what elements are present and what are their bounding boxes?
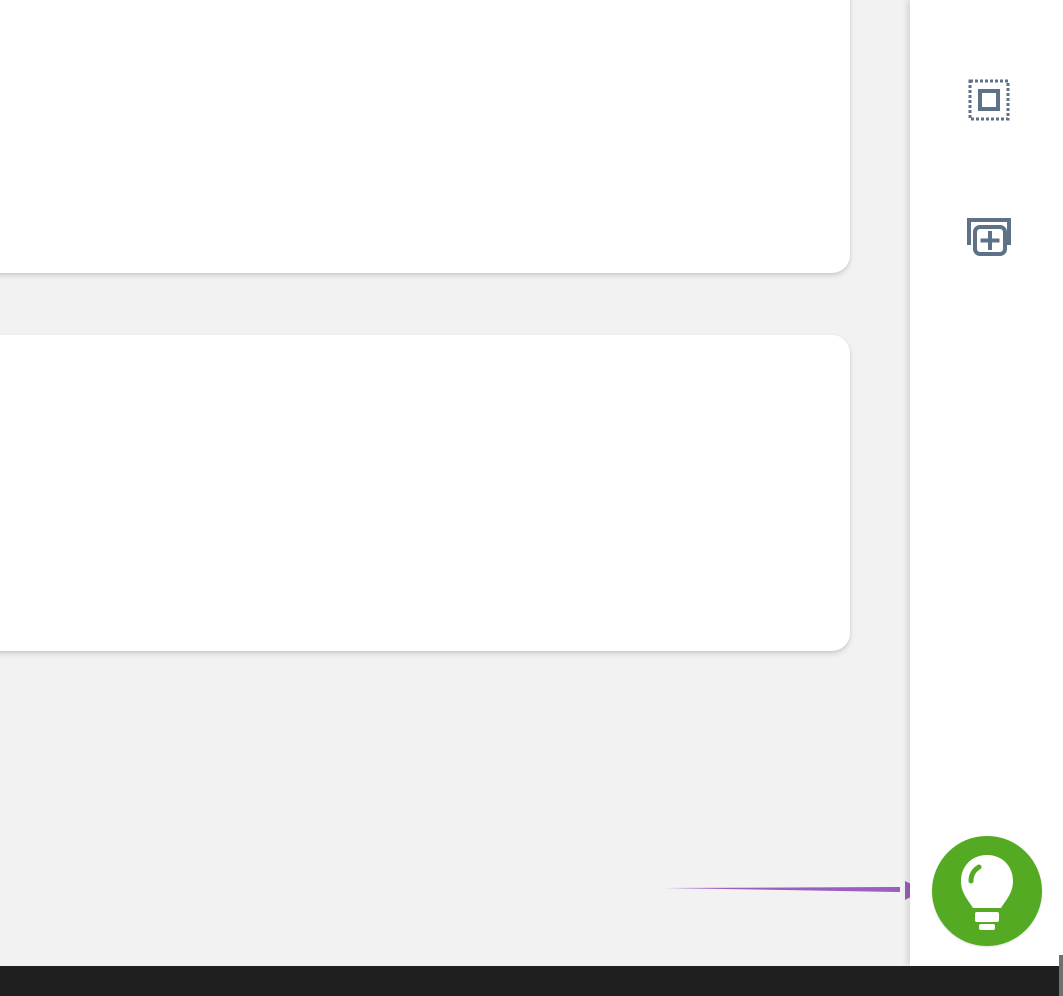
lightbulb-icon [961,855,1013,930]
annotation-arrow [664,881,910,900]
tips-button[interactable] [932,836,1042,946]
content-area [0,0,910,966]
content-card-top [0,0,850,273]
content-card-bottom [0,335,850,651]
right-toolbar [910,0,1063,966]
select-area-button[interactable] [959,69,1019,129]
add-layer-icon [967,218,1011,256]
taskbar [0,966,1063,996]
add-layer-button[interactable] [959,209,1019,269]
app-window [0,0,1063,996]
select-area-icon [968,79,1010,121]
window-edge [1059,955,1063,996]
